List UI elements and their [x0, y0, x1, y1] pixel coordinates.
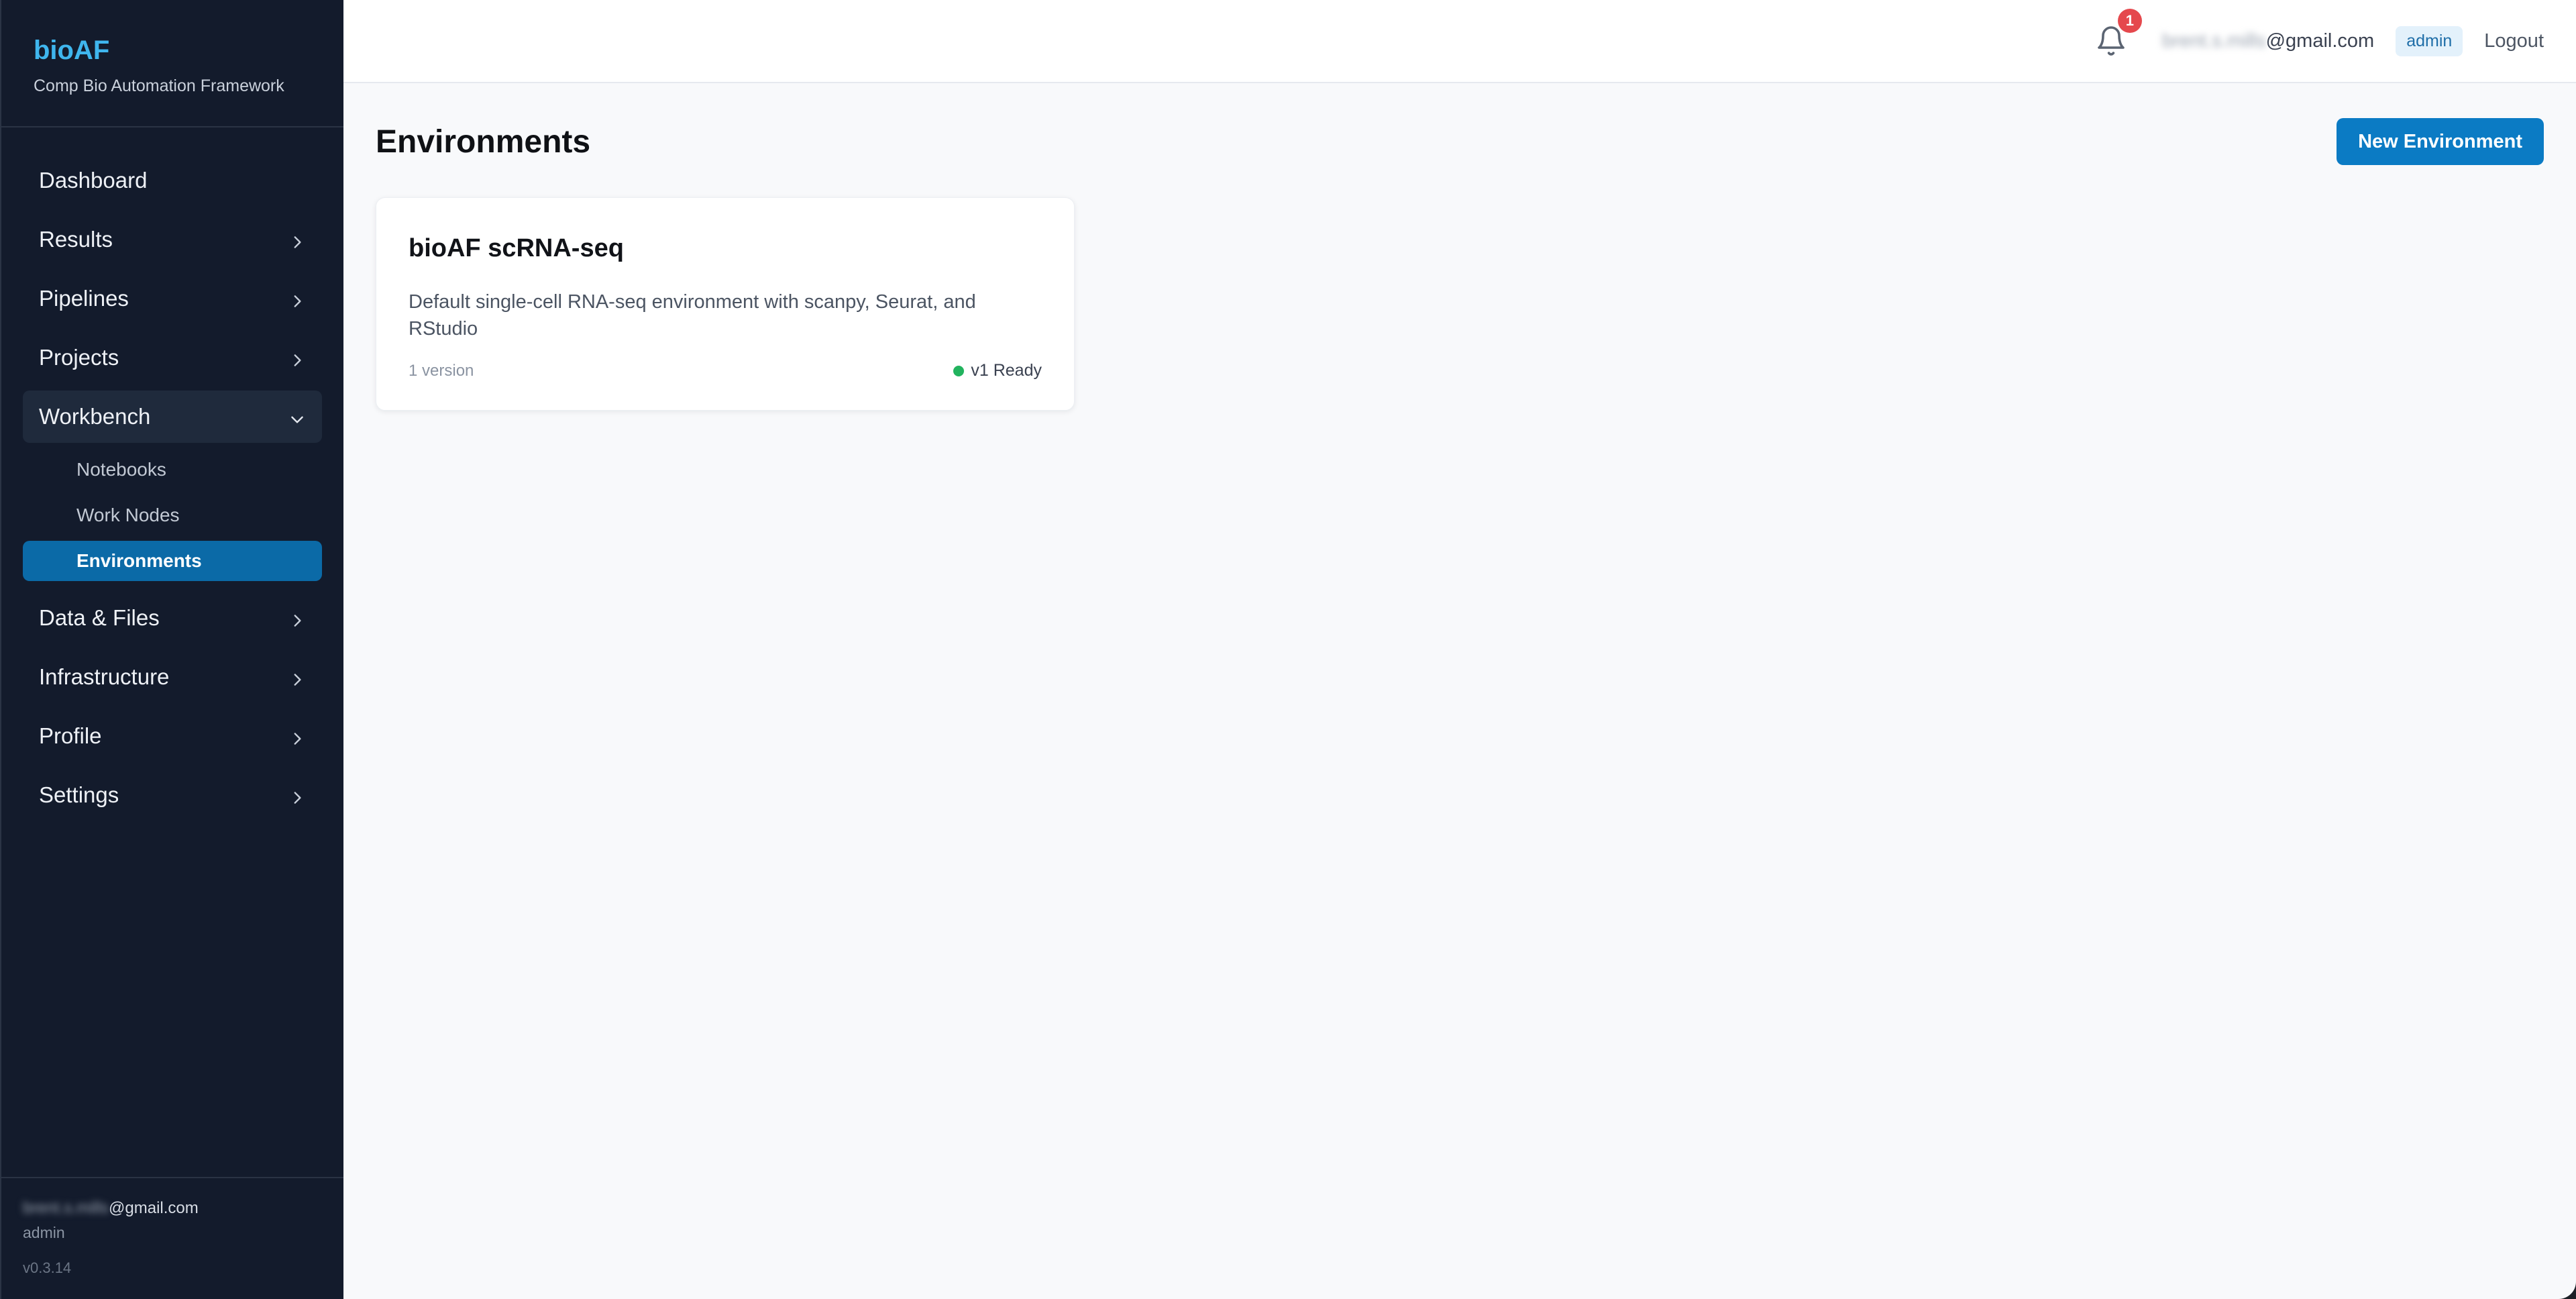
app-window: bioAF Comp Bio Automation Framework Dash…: [0, 0, 2576, 1299]
environment-version-count: 1 version: [409, 361, 474, 380]
new-environment-button[interactable]: New Environment: [2337, 118, 2544, 165]
sidebar-item-label: Results: [39, 227, 113, 252]
chevron-right-icon: [288, 609, 306, 627]
email-domain: @gmail.com: [2265, 30, 2375, 52]
sidebar-item-pipelines[interactable]: Pipelines: [23, 272, 322, 325]
page-header: Environments New Environment: [343, 83, 2576, 165]
sidebar-item-workbench[interactable]: Workbench: [23, 391, 322, 443]
environment-card[interactable]: bioAF scRNA-seq Default single-cell RNA-…: [376, 197, 1075, 411]
chevron-right-icon: [288, 349, 306, 366]
chevron-right-icon: [288, 231, 306, 248]
redacted-email-user: brent.s.mills: [2161, 30, 2266, 52]
user-email: brent.s.mills@gmail.com: [2162, 30, 2374, 52]
sidebar-item-label: Dashboard: [39, 168, 148, 193]
sidebar-item-projects[interactable]: Projects: [23, 331, 322, 384]
sidebar-subitem-environments[interactable]: Environments: [23, 541, 322, 581]
environment-card-footer: 1 version v1 Ready: [409, 361, 1042, 380]
logout-button[interactable]: Logout: [2484, 30, 2544, 52]
sidebar-item-results[interactable]: Results: [23, 213, 322, 266]
environment-list: bioAF scRNA-seq Default single-cell RNA-…: [343, 165, 2576, 411]
app-version: v0.3.14: [23, 1259, 72, 1276]
sidebar-nav: Dashboard Results Pipelines Projects Wor…: [1, 127, 343, 821]
footer-user-role: admin: [23, 1224, 65, 1241]
sidebar-item-label: Projects: [39, 345, 119, 370]
sidebar-item-label: Data & Files: [39, 605, 160, 630]
brand: bioAF Comp Bio Automation Framework: [1, 0, 343, 127]
chevron-right-icon: [288, 290, 306, 307]
sidebar-footer: brent.s.mills@gmail.com admin v0.3.14: [1, 1177, 343, 1299]
sidebar-item-settings[interactable]: Settings: [23, 769, 322, 821]
top-bar: 1 brent.s.mills@gmail.com admin Logout: [343, 0, 2576, 83]
sidebar-item-dashboard[interactable]: Dashboard: [23, 154, 322, 207]
environment-description: Default single-cell RNA-seq environment …: [409, 291, 976, 340]
redacted-email-user: brent.s.mills: [23, 1199, 109, 1217]
role-badge: admin: [2396, 25, 2463, 56]
environment-name: bioAF scRNA-seq: [409, 234, 624, 262]
sidebar-item-infrastructure[interactable]: Infrastructure: [23, 651, 322, 703]
status-text: v1 Ready: [971, 361, 1042, 380]
status-badge: v1 Ready: [953, 361, 1042, 380]
sidebar-item-profile[interactable]: Profile: [23, 710, 322, 762]
sidebar-item-label: Infrastructure: [39, 664, 170, 689]
bell-icon: [2095, 26, 2127, 60]
chevron-right-icon: [288, 727, 306, 745]
notification-count-badge: 1: [2117, 9, 2142, 33]
sidebar-item-label: Settings: [39, 782, 119, 807]
sidebar-item-data-files[interactable]: Data & Files: [23, 592, 322, 644]
footer-user-email: brent.s.mills@gmail.com: [23, 1198, 322, 1218]
main-content: 1 brent.s.mills@gmail.com admin Logout E…: [343, 0, 2576, 1299]
sidebar-subitem-notebooks[interactable]: Notebooks: [23, 450, 322, 490]
sidebar: bioAF Comp Bio Automation Framework Dash…: [0, 0, 343, 1299]
chevron-right-icon: [288, 786, 306, 804]
sidebar-item-label: Profile: [39, 723, 102, 748]
sidebar-item-label: Pipelines: [39, 286, 129, 311]
sidebar-subitem-work-nodes[interactable]: Work Nodes: [23, 495, 322, 535]
status-dot-icon: [953, 365, 965, 376]
page-title: Environments: [376, 123, 591, 160]
notifications-button[interactable]: 1: [2095, 9, 2142, 60]
brand-subtitle: Comp Bio Automation Framework: [34, 76, 284, 95]
brand-title[interactable]: bioAF: [34, 34, 311, 67]
chevron-right-icon: [288, 668, 306, 686]
sidebar-item-label: Workbench: [39, 404, 151, 429]
chevron-down-icon: [288, 408, 306, 425]
email-domain: @gmail.com: [109, 1199, 199, 1217]
